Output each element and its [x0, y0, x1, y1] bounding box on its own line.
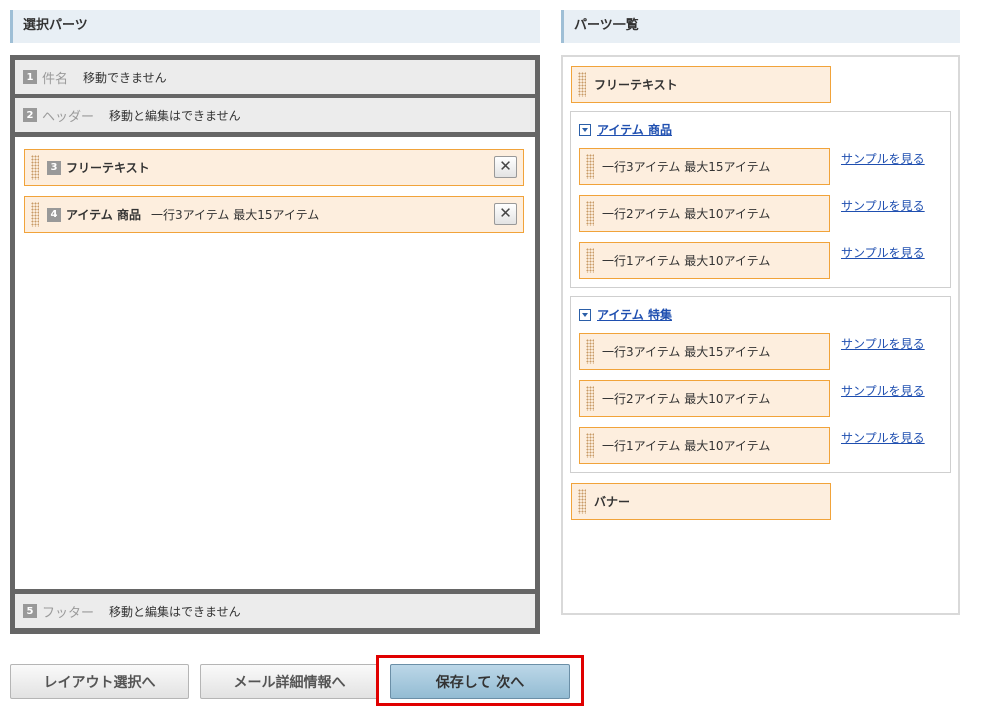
group-item-features: アイテム 特集 一行3アイテム 最大15アイテム サンプルを見る 一行2アイテム… [570, 296, 951, 473]
footer-row: 5 フッター 移動と編集はできません [15, 594, 535, 628]
group-header[interactable]: アイテム 商品 [579, 121, 672, 138]
drag-handle-icon[interactable] [578, 72, 586, 97]
part-number: 4 [47, 207, 61, 222]
selected-part-item-products[interactable]: 4 アイテム 商品 一行3アイテム 最大15アイテム ✕ [24, 196, 524, 233]
sample-link[interactable]: サンプルを見る [841, 150, 925, 167]
part-option[interactable]: 一行3アイテム 最大15アイテム [579, 333, 830, 370]
mail-details-button[interactable]: メール詳細情報へ [200, 664, 379, 699]
drag-handle-icon[interactable] [586, 248, 594, 273]
subject-row: 1 件名 移動できません [15, 60, 535, 94]
part-option-label: 一行2アイテム 最大10アイテム [602, 392, 771, 406]
part-option-label: 一行1アイテム 最大10アイテム [602, 439, 771, 453]
collapse-toggle-icon[interactable] [579, 123, 591, 136]
drag-handle-icon[interactable] [578, 489, 586, 514]
part-option[interactable]: 一行1アイテム 最大10アイテム [579, 242, 830, 279]
sample-link[interactable]: サンプルを見る [841, 382, 925, 399]
part-free-text[interactable]: フリーテキスト [571, 66, 831, 103]
row-note: 移動と編集はできません [109, 604, 241, 619]
part-description: 一行3アイテム 最大15アイテム [150, 208, 320, 222]
part-option-label: 一行1アイテム 最大10アイテム [602, 254, 771, 268]
part-banner[interactable]: バナー [571, 483, 831, 520]
part-label: フリーテキスト [594, 78, 678, 92]
layout-select-button[interactable]: レイアウト選択へ [10, 664, 189, 699]
parts-list-title: パーツ一覧 [561, 10, 960, 43]
group-title-link[interactable]: アイテム 特集 [597, 306, 672, 323]
parts-list: フリーテキスト アイテム 商品 一行3アイテム 最大15アイテム サンプルを見る… [561, 55, 960, 615]
group-header[interactable]: アイテム 特集 [579, 306, 672, 323]
remove-part-button[interactable]: ✕ [494, 203, 517, 225]
part-option[interactable]: 一行3アイテム 最大15アイテム [579, 148, 830, 185]
drag-handle-icon[interactable] [586, 154, 594, 179]
sample-link[interactable]: サンプルを見る [841, 429, 925, 446]
part-number: 3 [47, 160, 61, 175]
header-row: 2 ヘッダー 移動と編集はできません [15, 98, 535, 132]
row-note: 移動と編集はできません [109, 108, 241, 123]
row-number: 1 [23, 70, 37, 84]
sample-link[interactable]: サンプルを見る [841, 197, 925, 214]
selected-parts-frame: 1 件名 移動できません 2 ヘッダー 移動と編集はできません 3 フリーテキス… [10, 55, 540, 634]
part-option-label: 一行2アイテム 最大10アイテム [602, 207, 771, 221]
drag-handle-icon[interactable] [31, 202, 39, 227]
drag-handle-icon[interactable] [586, 339, 594, 364]
part-title: フリーテキスト [66, 161, 150, 175]
group-item-products: アイテム 商品 一行3アイテム 最大15アイテム サンプルを見る 一行2アイテム… [570, 111, 951, 288]
drag-handle-icon[interactable] [31, 155, 39, 180]
part-option[interactable]: 一行1アイテム 最大10アイテム [579, 427, 830, 464]
selected-part-free-text[interactable]: 3 フリーテキスト ✕ [24, 149, 524, 186]
parts-drop-area[interactable]: 3 フリーテキスト ✕ 4 アイテム 商品 一行3アイテム 最大15アイテム ✕ [15, 137, 535, 589]
part-option-label: 一行3アイテム 最大15アイテム [602, 345, 771, 359]
row-note: 移動できません [83, 70, 167, 85]
drag-handle-icon[interactable] [586, 201, 594, 226]
part-label: バナー [594, 495, 631, 509]
row-name: 件名 [42, 71, 69, 87]
part-option-label: 一行3アイテム 最大15アイテム [602, 160, 771, 174]
row-name: ヘッダー [42, 109, 95, 125]
part-title: アイテム 商品 [66, 208, 141, 222]
selected-parts-title: 選択パーツ [10, 10, 540, 43]
row-number: 2 [23, 108, 37, 122]
sample-link[interactable]: サンプルを見る [841, 244, 925, 261]
remove-part-button[interactable]: ✕ [494, 156, 517, 178]
save-next-button[interactable]: 保存して 次へ [390, 664, 570, 699]
group-title-link[interactable]: アイテム 商品 [597, 121, 672, 138]
collapse-toggle-icon[interactable] [579, 308, 591, 321]
row-name: フッター [42, 605, 95, 621]
part-option[interactable]: 一行2アイテム 最大10アイテム [579, 380, 830, 417]
sample-link[interactable]: サンプルを見る [841, 335, 925, 352]
part-option[interactable]: 一行2アイテム 最大10アイテム [579, 195, 830, 232]
drag-handle-icon[interactable] [586, 433, 594, 458]
row-number: 5 [23, 604, 37, 618]
drag-handle-icon[interactable] [586, 386, 594, 411]
